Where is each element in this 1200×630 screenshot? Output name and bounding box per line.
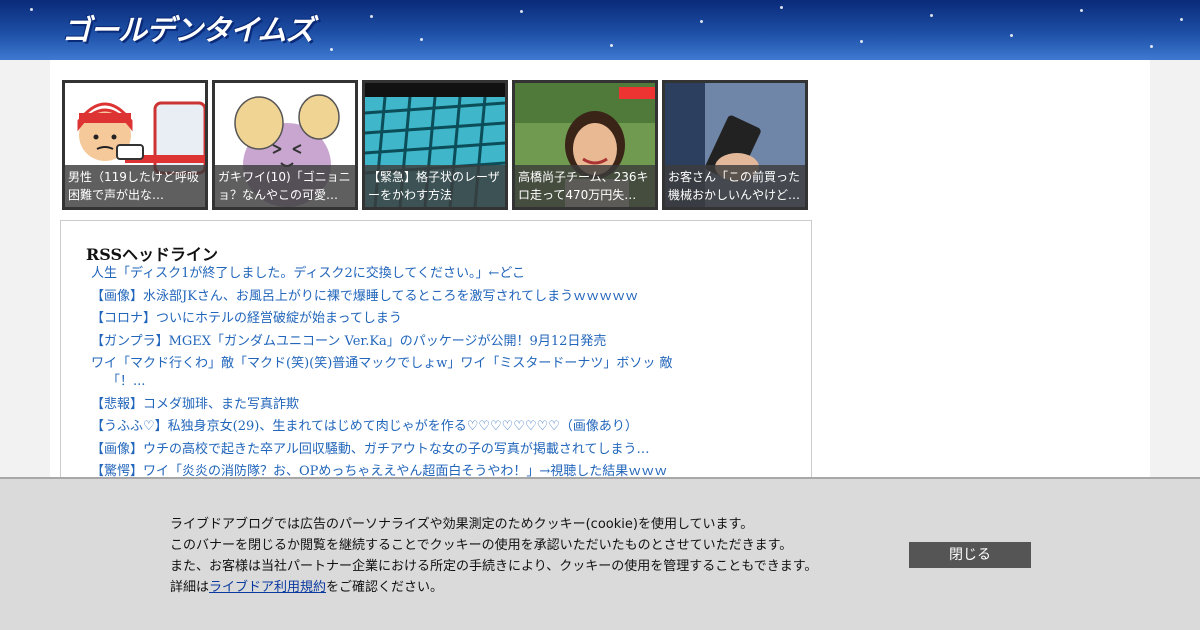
rss-list: 人生「ディスク1が終了しました。ディスク2に交換してください。」←どこ 【画像】… [91, 265, 691, 486]
cookie-line: また、お客様は当社パートナー企業における所定の手続きにより、クッキーの使用を管理… [170, 559, 818, 574]
cookie-line: 詳細はライブドア利用規約をご確認ください。 [170, 577, 890, 598]
thumbnail-card[interactable]: 男性（119したけど呼吸困難で声が出な… [62, 80, 208, 210]
cookie-detail-prefix: 詳細は [170, 580, 210, 595]
cookie-detail-suffix: をご確認ください。 [326, 580, 444, 595]
rss-item-link[interactable]: 人生「ディスク1が終了しました。ディスク2に交換してください。」←どこ [91, 265, 691, 283]
rss-item-link[interactable]: 【うふふ♡】私独身京女(29)、生まれてはじめて肉じゃがを作る♡♡♡♡♡♡♡♡（… [91, 418, 691, 436]
rss-item-link[interactable]: ワイ「マクド行くわ」敵「マクド(笑)(笑)普通マックでしょw」ワイ「ミスタードー… [91, 355, 691, 391]
thumbnail-caption: お客さん「この前買った機械おかしいんやけど… [665, 165, 805, 207]
rss-title: RSSヘッドライン [86, 245, 219, 264]
thumbnail-caption: 男性（119したけど呼吸困難で声が出な… [65, 165, 205, 207]
site-header: ゴールデンタイムズ [0, 0, 1200, 60]
thumbnail-card[interactable]: お客さん「この前買った機械おかしいんやけど… [662, 80, 808, 210]
close-cookie-button[interactable]: 閉じる [909, 542, 1031, 568]
cookie-line: ライブドアブログでは広告のパーソナライズや効果測定のためクッキー(cookie)… [170, 517, 754, 532]
cookie-banner: ライブドアブログでは広告のパーソナライズや効果測定のためクッキー(cookie)… [0, 477, 1200, 630]
cookie-line: このバナーを閉じるか閲覧を継続することでクッキーの使用を承認いただいたものとさせ… [170, 538, 793, 553]
rss-item-link[interactable]: 【コロナ】ついにホテルの経営破綻が始まってしまう [91, 310, 691, 328]
terms-link[interactable]: ライブドア利用規約 [209, 580, 326, 595]
rss-headlines-box: RSSヘッドライン 人生「ディスク1が終了しました。ディスク2に交換してください… [60, 220, 812, 490]
main-content: 男性（119したけど呼吸困難で声が出な… ガキワイ(10)「ゴニョニョ？なんやこ… [50, 60, 1150, 490]
rss-item-link[interactable]: 【画像】水泳部JKさん、お風呂上がりに裸で爆睡してるところを激写されてしまうｗｗ… [91, 288, 691, 306]
thumbnail-card[interactable]: 高橋尚子チーム、236キロ走って470万円失… [512, 80, 658, 210]
thumbnail-card[interactable]: 【緊急】格子状のレーザーをかわす方法 [362, 80, 508, 210]
thumbnail-caption: 【緊急】格子状のレーザーをかわす方法 [365, 165, 505, 207]
rss-item-link[interactable]: 【悲報】コメダ珈琲、また写真詐欺 [91, 396, 691, 414]
rss-item-link[interactable]: 【ガンプラ】MGEX「ガンダムユニコーン Ver.Ka」のパッケージが公開！9月… [91, 333, 691, 351]
thumbnail-card[interactable]: ガキワイ(10)「ゴニョニョ？なんやこの可愛… [212, 80, 358, 210]
featured-thumbnails: 男性（119したけど呼吸困難で声が出な… ガキワイ(10)「ゴニョニョ？なんやこ… [62, 80, 812, 210]
site-logo[interactable]: ゴールデンタイムズ [62, 12, 314, 48]
thumbnail-caption: ガキワイ(10)「ゴニョニョ？なんやこの可愛… [215, 165, 355, 207]
rss-item-link[interactable]: 【画像】ウチの高校で起きた卒アル回収騒動、ガチアウトな女の子の写真が掲載されてし… [91, 441, 691, 459]
thumbnail-caption: 高橋尚子チーム、236キロ走って470万円失… [515, 165, 655, 207]
cookie-message: ライブドアブログでは広告のパーソナライズや効果測定のためクッキー(cookie)… [170, 514, 890, 598]
